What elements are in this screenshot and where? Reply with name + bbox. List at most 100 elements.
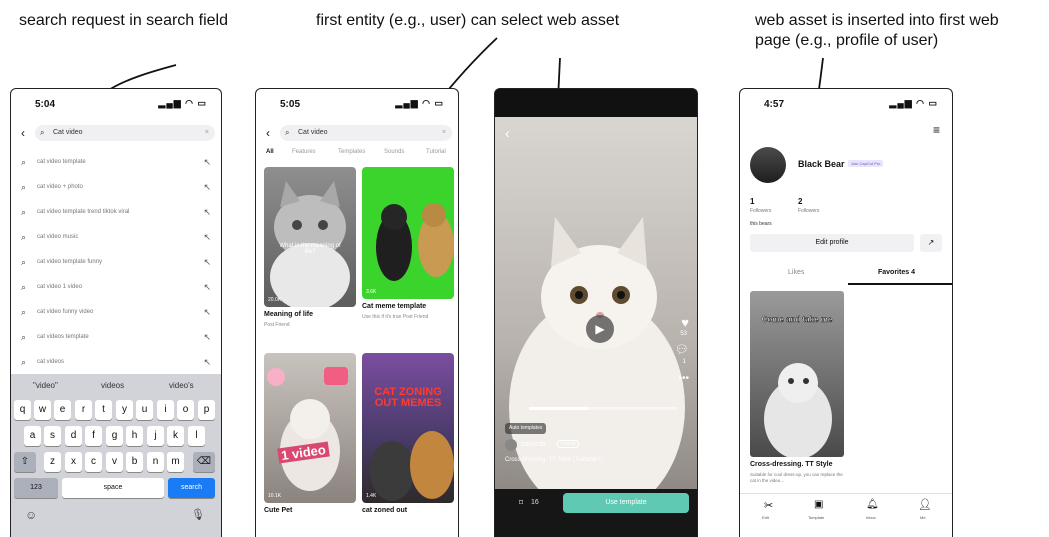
key[interactable]: b xyxy=(126,452,143,472)
bell-icon[interactable]: 🔔︎ xyxy=(866,499,879,510)
space-key[interactable]: space xyxy=(62,478,164,498)
key[interactable]: c xyxy=(85,452,102,472)
key[interactable]: g xyxy=(106,426,123,446)
key[interactable]: u xyxy=(136,400,153,420)
key[interactable]: l xyxy=(188,426,205,446)
key[interactable]: t xyxy=(95,400,112,420)
menu-icon[interactable]: ≡ xyxy=(933,123,940,137)
key[interactable]: h xyxy=(126,426,143,446)
back-chevron-icon[interactable]: ‹ xyxy=(505,125,510,141)
clear-icon[interactable]: × xyxy=(442,125,446,141)
template-card[interactable]: 1 video 10.1K xyxy=(264,353,356,503)
fill-arrow-icon[interactable]: ↖ xyxy=(203,282,211,293)
use-template-button[interactable]: Use template xyxy=(563,493,689,513)
key[interactable]: j xyxy=(147,426,164,446)
video-progress-bar[interactable] xyxy=(529,407,677,410)
fill-arrow-icon[interactable]: ↖ xyxy=(203,257,211,268)
key[interactable]: y xyxy=(116,400,133,420)
key[interactable]: k xyxy=(167,426,184,446)
template-card[interactable]: 3.6K xyxy=(362,167,454,299)
play-icon[interactable]: ▶ xyxy=(586,315,614,343)
avatar[interactable] xyxy=(750,147,786,183)
key[interactable]: q xyxy=(14,400,31,420)
fill-arrow-icon[interactable]: ↖ xyxy=(203,357,211,368)
suggestion-item[interactable]: ⌕ cat videos template ↖ xyxy=(11,326,221,351)
fill-arrow-icon[interactable]: ↖ xyxy=(203,182,211,193)
search-icon: ⌕ xyxy=(21,232,27,242)
key[interactable]: i xyxy=(157,400,174,420)
key[interactable]: r xyxy=(75,400,92,420)
numbers-key[interactable]: 123 xyxy=(14,478,58,498)
comment-icon[interactable]: 💬︎ xyxy=(675,343,689,356)
suggestion-item[interactable]: ⌕ cat video template funny ↖ xyxy=(11,251,221,276)
backspace-key-icon[interactable]: ⌫ xyxy=(193,452,215,472)
key[interactable]: d xyxy=(65,426,82,446)
suggestion-item[interactable]: ⌕ cat video template ↖ xyxy=(11,151,221,176)
key[interactable]: p xyxy=(198,400,215,420)
tab-features[interactable]: Features xyxy=(292,149,316,155)
template-card[interactable]: What is the meaning of life? 20.0K xyxy=(264,167,356,307)
emoji-icon[interactable]: ☺ xyxy=(25,508,37,522)
more-icon[interactable]: ••• xyxy=(678,373,689,384)
key[interactable]: n xyxy=(147,452,164,472)
suggestion-item[interactable]: ⌕ cat video + photo ↖ xyxy=(11,176,221,201)
search-key[interactable]: search xyxy=(168,478,215,498)
suggestion-item[interactable]: ⌕ cat video music ↖ xyxy=(11,226,221,251)
search-input[interactable]: ⌕ Cat video × xyxy=(280,125,452,141)
fill-arrow-icon[interactable]: ↖ xyxy=(203,157,211,168)
search-input[interactable]: ⌕ Cat video × xyxy=(35,125,215,141)
prediction-item[interactable]: video's xyxy=(169,381,194,390)
suggestion-item[interactable]: ⌕ cat video 1 video ↖ xyxy=(11,276,221,301)
back-chevron-icon[interactable]: ‹ xyxy=(21,125,25,141)
key[interactable]: s xyxy=(44,426,61,446)
video-preview[interactable]: ‹ ▶ ♥ 53 💬︎ 1 ••• Auto templates cooocib… xyxy=(495,117,697,517)
prediction-item[interactable]: videos xyxy=(101,381,124,390)
tab-likes[interactable]: Likes xyxy=(788,269,804,276)
fill-arrow-icon[interactable]: ↖ xyxy=(203,232,211,243)
result-tabs: All Features Templates Sounds Tutorial xyxy=(262,149,452,161)
bookmark-icon[interactable]: ⌑ xyxy=(519,498,523,507)
template-card[interactable]: CAT ZONING OUT MEMES 1.4K xyxy=(362,353,454,503)
key[interactable]: e xyxy=(54,400,71,420)
shift-key-icon[interactable]: ⇧ xyxy=(14,452,36,472)
key[interactable]: w xyxy=(34,400,51,420)
key[interactable]: a xyxy=(24,426,41,446)
pro-badge[interactable]: Join CapCut Pro xyxy=(848,160,884,167)
fill-arrow-icon[interactable]: ↖ xyxy=(203,307,211,318)
author-username[interactable]: cooocib xyxy=(521,441,545,448)
avatar[interactable] xyxy=(505,439,517,451)
fill-arrow-icon[interactable]: ↖ xyxy=(203,207,211,218)
search-icon: ⌕ xyxy=(21,332,27,342)
tab-all[interactable]: All xyxy=(266,149,274,155)
card-title: cat zoned out xyxy=(362,507,408,514)
tab-sounds[interactable]: Sounds xyxy=(384,149,404,155)
key[interactable]: f xyxy=(85,426,102,446)
tab-tutorial[interactable]: Tutorial xyxy=(426,149,446,155)
back-chevron-icon[interactable]: ‹ xyxy=(266,125,270,141)
edit-profile-button[interactable]: Edit profile xyxy=(750,234,914,252)
key[interactable]: o xyxy=(177,400,194,420)
suggestion-item[interactable]: ⌕ cat video template trend tiktok viral ↖ xyxy=(11,201,221,226)
auto-templates-chip[interactable]: Auto templates xyxy=(505,423,547,434)
profile-icon[interactable]: 👤︎ xyxy=(918,498,932,511)
key[interactable]: x xyxy=(65,452,82,472)
favorite-post-card[interactable]: Come and take me xyxy=(750,291,844,457)
cat-thumbnail-image xyxy=(370,431,454,501)
heart-icon[interactable]: ♥ xyxy=(681,315,689,330)
fill-arrow-icon[interactable]: ↖ xyxy=(203,332,211,343)
scissors-icon[interactable]: ✂ xyxy=(764,499,773,512)
key[interactable]: v xyxy=(106,452,123,472)
signal-wifi-battery-icon: ▂▄▆ ◠ ▭ xyxy=(158,98,207,108)
suggestion-item[interactable]: ⌕ cat video funny video ↖ xyxy=(11,301,221,326)
key[interactable]: m xyxy=(167,452,184,472)
follow-button[interactable]: Follow xyxy=(557,440,580,448)
template-icon[interactable]: ▣ xyxy=(814,499,823,510)
clear-icon[interactable]: × xyxy=(205,125,209,141)
share-icon[interactable]: ↗ xyxy=(920,234,942,252)
tab-favorites[interactable]: Favorites 4 xyxy=(878,269,915,276)
microphone-icon[interactable]: 🎙︎ xyxy=(191,508,205,521)
key[interactable]: z xyxy=(44,452,61,472)
tab-templates[interactable]: Templates xyxy=(338,149,365,155)
suggestion-item[interactable]: ⌕ cat videos ↖ xyxy=(11,351,221,376)
prediction-item[interactable]: "video" xyxy=(33,381,58,390)
